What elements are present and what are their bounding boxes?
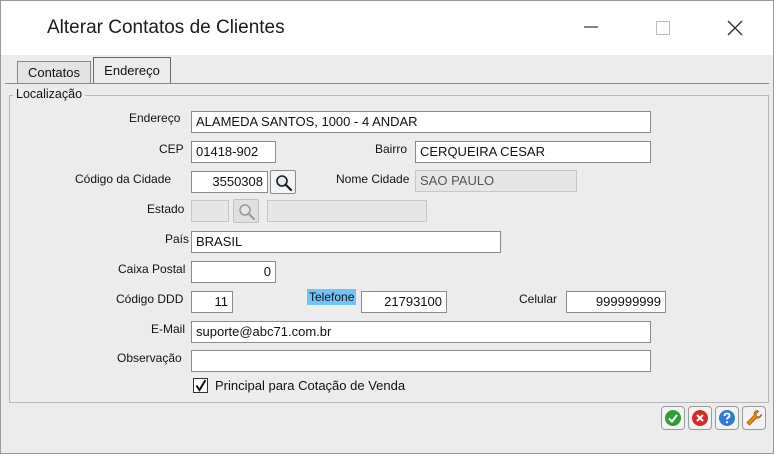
close-button[interactable] (715, 11, 755, 45)
help-icon (719, 410, 735, 426)
magnifier-icon (239, 204, 256, 221)
minimize-icon (584, 26, 598, 28)
codigo-cidade-label: Código da Cidade (75, 172, 172, 186)
email-field[interactable]: suporte@abc71.com.br (191, 321, 651, 343)
confirm-button[interactable] (661, 406, 685, 430)
tab-contatos[interactable]: Contatos (17, 61, 91, 83)
telefone-field[interactable]: 21793100 (361, 291, 447, 313)
window-title: Alterar Contatos de Clientes (47, 17, 285, 38)
pais-label: País (165, 232, 190, 246)
tab-strip: Contatos Endereço (1, 55, 773, 83)
estado-search-button (233, 199, 259, 223)
bairro-field[interactable]: CERQUEIRA CESAR (415, 141, 651, 163)
estado-label: Estado (147, 202, 185, 216)
cancel-button[interactable] (688, 406, 712, 430)
minimize-button[interactable] (571, 11, 611, 45)
nome-cidade-label: Nome Cidade (336, 172, 410, 186)
tools-button[interactable] (742, 406, 766, 430)
dialog-window: Alterar Contatos de Clientes Contatos En… (0, 0, 774, 454)
codigo-ddd-field[interactable]: 11 (191, 291, 233, 313)
estado-description-field (267, 200, 427, 222)
observacao-label: Observação (117, 351, 182, 365)
checkmark-icon (195, 379, 207, 392)
nome-cidade-field: SAO PAULO (415, 170, 577, 192)
principal-cotacao-label: Principal para Cotação de Venda (215, 378, 406, 393)
tab-divider (5, 83, 769, 84)
observacao-field[interactable] (191, 350, 651, 372)
check-icon (665, 410, 681, 426)
celular-field[interactable]: 999999999 (566, 291, 666, 313)
email-label: E-Mail (151, 322, 186, 336)
tab-endereco[interactable]: Endereço (93, 57, 171, 83)
telefone-label: Telefone (307, 289, 357, 305)
title-bar: Alterar Contatos de Clientes (1, 1, 773, 55)
bairro-label: Bairro (375, 142, 408, 156)
caixa-postal-label: Caixa Postal (118, 262, 186, 276)
cep-label: CEP (159, 142, 184, 156)
principal-cotacao-checkbox[interactable] (193, 378, 208, 393)
codigo-ddd-label: Código DDD (116, 292, 184, 306)
maximize-icon (656, 21, 670, 35)
wrench-icon (746, 410, 763, 426)
estado-field (191, 200, 229, 222)
groupbox-title: Localização (13, 87, 86, 101)
cancel-icon (692, 410, 708, 426)
close-icon (727, 20, 743, 36)
endereco-field[interactable]: ALAMEDA SANTOS, 1000 - 4 ANDAR (191, 111, 651, 133)
help-button[interactable] (715, 406, 739, 430)
caixa-postal-field[interactable]: 0 (191, 261, 276, 283)
pais-field[interactable]: BRASIL (191, 231, 501, 253)
cep-field[interactable]: 01418-902 (191, 141, 276, 163)
codigo-cidade-field[interactable]: 3550308 (191, 171, 268, 193)
maximize-button[interactable] (643, 11, 683, 45)
celular-label: Celular (519, 292, 558, 306)
cidade-search-button[interactable] (270, 170, 296, 194)
magnifier-icon (276, 175, 293, 192)
endereco-label: Endereço (129, 111, 181, 125)
